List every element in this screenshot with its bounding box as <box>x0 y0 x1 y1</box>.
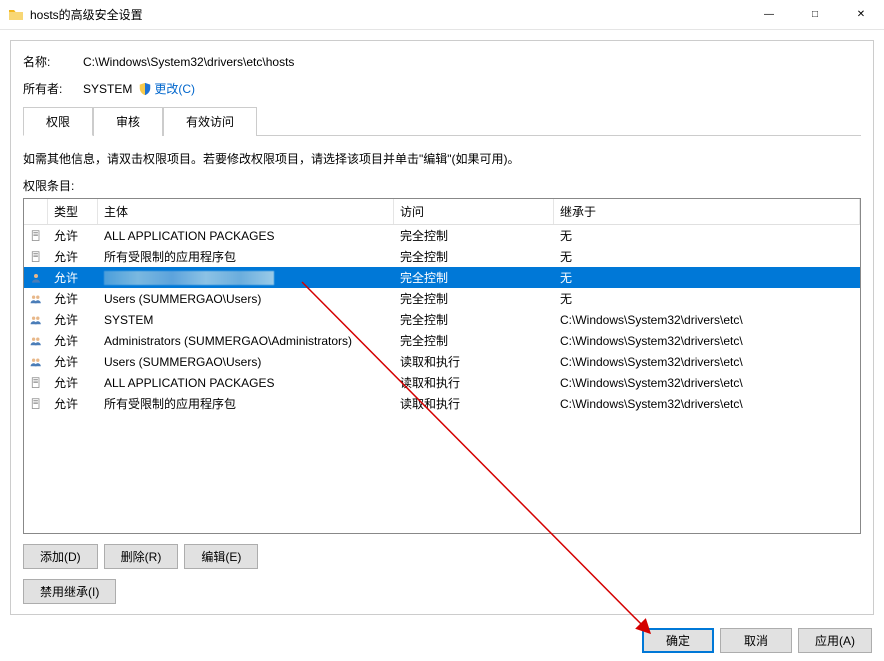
content-frame: 名称: C:\Windows\System32\drivers\etc\host… <box>10 40 874 615</box>
edit-button[interactable]: 编辑(E) <box>184 544 258 569</box>
cell-inherit: C:\Windows\System32\drivers\etc\ <box>554 353 860 371</box>
cell-access: 完全控制 <box>394 225 554 246</box>
action-buttons: 添加(D) 删除(R) 编辑(E) <box>23 544 861 569</box>
window-title: hosts的高级安全设置 <box>30 6 746 23</box>
titlebar: hosts的高级安全设置 — □ ✕ <box>0 0 884 30</box>
name-label: 名称: <box>23 53 83 70</box>
table-row[interactable]: 允许ALL APPLICATION PACKAGES读取和执行C:\Window… <box>24 372 860 393</box>
hint-text: 如需其他信息，请双击权限项目。若要修改权限项目，请选择该项目并单击"编辑"(如果… <box>23 150 861 167</box>
name-row: 名称: C:\Windows\System32\drivers\etc\host… <box>23 53 861 70</box>
cell-inherit: 无 <box>554 246 860 267</box>
cell-access: 完全控制 <box>394 330 554 351</box>
list-header: 类型 主体 访问 继承于 <box>24 199 860 225</box>
cell-principal <box>98 268 394 287</box>
cell-inherit: 无 <box>554 288 860 309</box>
table-row[interactable]: 允许所有受限制的应用程序包完全控制无 <box>24 246 860 267</box>
cell-principal: Users (SUMMERGAO\Users) <box>98 353 394 371</box>
col-access[interactable]: 访问 <box>394 199 554 224</box>
cell-type: 允许 <box>48 393 98 414</box>
cell-access: 读取和执行 <box>394 372 554 393</box>
close-button[interactable]: ✕ <box>838 0 884 30</box>
persons-icon <box>24 311 48 329</box>
cell-inherit: C:\Windows\System32\drivers\etc\ <box>554 311 860 329</box>
tab-effective[interactable]: 有效访问 <box>163 107 257 136</box>
cell-type: 允许 <box>48 246 98 267</box>
add-button[interactable]: 添加(D) <box>23 544 98 569</box>
cell-inherit: C:\Windows\System32\drivers\etc\ <box>554 332 860 350</box>
table-row[interactable]: 允许所有受限制的应用程序包读取和执行C:\Windows\System32\dr… <box>24 393 860 414</box>
cell-type: 允许 <box>48 267 98 288</box>
cell-principal: Administrators (SUMMERGAO\Administrators… <box>98 332 394 350</box>
change-owner-link[interactable]: 更改(C) <box>138 80 195 97</box>
persons-icon <box>24 332 48 350</box>
cell-type: 允许 <box>48 225 98 246</box>
entries-label: 权限条目: <box>23 177 861 194</box>
cell-principal: 所有受限制的应用程序包 <box>98 393 394 414</box>
cell-inherit: 无 <box>554 267 860 288</box>
table-row[interactable]: 允许Administrators (SUMMERGAO\Administrato… <box>24 330 860 351</box>
name-value: C:\Windows\System32\drivers\etc\hosts <box>83 55 294 69</box>
dialog-buttons: 确定 取消 应用(A) <box>642 628 872 653</box>
inherit-buttons: 禁用继承(I) <box>23 579 861 604</box>
remove-button[interactable]: 删除(R) <box>104 544 179 569</box>
change-owner-label: 更改(C) <box>154 80 195 97</box>
cell-access: 完全控制 <box>394 246 554 267</box>
cell-access: 完全控制 <box>394 288 554 309</box>
col-principal[interactable]: 主体 <box>98 199 394 224</box>
cell-access: 读取和执行 <box>394 393 554 414</box>
col-icon <box>24 199 48 224</box>
file-icon <box>24 227 48 245</box>
tab-auditing[interactable]: 审核 <box>93 107 163 136</box>
folder-icon <box>8 7 24 23</box>
shield-icon <box>138 82 152 96</box>
cell-type: 允许 <box>48 288 98 309</box>
owner-row: 所有者: SYSTEM 更改(C) <box>23 80 861 97</box>
permission-listbox[interactable]: 类型 主体 访问 继承于 允许ALL APPLICATION PACKAGES完… <box>23 198 861 534</box>
cell-type: 允许 <box>48 372 98 393</box>
file-icon <box>24 248 48 266</box>
persons-icon <box>24 353 48 371</box>
cell-principal: Users (SUMMERGAO\Users) <box>98 290 394 308</box>
cell-type: 允许 <box>48 309 98 330</box>
cell-principal: ALL APPLICATION PACKAGES <box>98 227 394 245</box>
window-buttons: — □ ✕ <box>746 0 884 30</box>
tab-permissions[interactable]: 权限 <box>23 107 93 136</box>
cell-principal: SYSTEM <box>98 311 394 329</box>
cell-type: 允许 <box>48 351 98 372</box>
cell-type: 允许 <box>48 330 98 351</box>
maximize-button[interactable]: □ <box>792 0 838 30</box>
cell-inherit: C:\Windows\System32\drivers\etc\ <box>554 374 860 392</box>
cell-access: 完全控制 <box>394 309 554 330</box>
ok-button[interactable]: 确定 <box>642 628 714 653</box>
file-icon <box>24 395 48 413</box>
cell-access: 读取和执行 <box>394 351 554 372</box>
table-row[interactable]: 允许ALL APPLICATION PACKAGES完全控制无 <box>24 225 860 246</box>
col-type[interactable]: 类型 <box>48 199 98 224</box>
minimize-button[interactable]: — <box>746 0 792 30</box>
cell-principal: 所有受限制的应用程序包 <box>98 246 394 267</box>
cell-inherit: C:\Windows\System32\drivers\etc\ <box>554 395 860 413</box>
table-row[interactable]: 允许Users (SUMMERGAO\Users)完全控制无 <box>24 288 860 309</box>
cell-access: 完全控制 <box>394 267 554 288</box>
persons-icon <box>24 290 48 308</box>
cancel-button[interactable]: 取消 <box>720 628 792 653</box>
apply-button[interactable]: 应用(A) <box>798 628 872 653</box>
cell-principal: ALL APPLICATION PACKAGES <box>98 374 394 392</box>
table-row[interactable]: 允许SYSTEM完全控制C:\Windows\System32\drivers\… <box>24 309 860 330</box>
person-icon <box>24 269 48 287</box>
file-icon <box>24 374 48 392</box>
table-row[interactable]: 允许 完全控制无 <box>24 267 860 288</box>
table-row[interactable]: 允许Users (SUMMERGAO\Users)读取和执行C:\Windows… <box>24 351 860 372</box>
owner-value: SYSTEM <box>83 82 132 96</box>
col-inherit[interactable]: 继承于 <box>554 199 860 224</box>
tabs: 权限 审核 有效访问 <box>23 107 861 136</box>
cell-inherit: 无 <box>554 225 860 246</box>
owner-label: 所有者: <box>23 80 83 97</box>
disable-inherit-button[interactable]: 禁用继承(I) <box>23 579 116 604</box>
